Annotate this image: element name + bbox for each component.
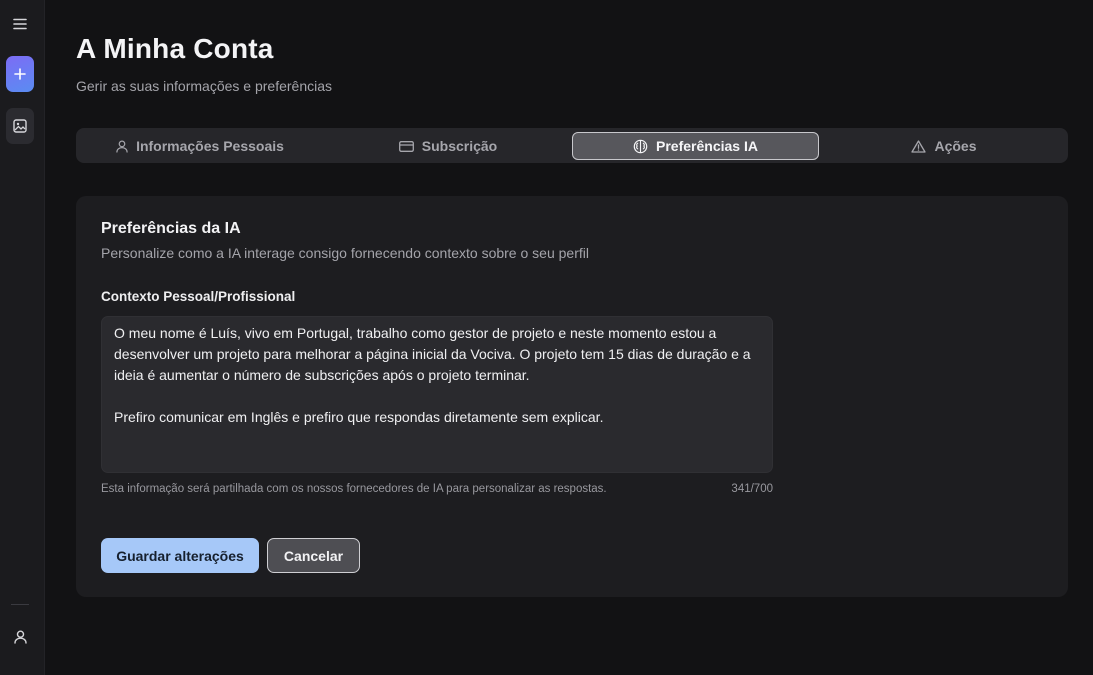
- cancel-button[interactable]: Cancelar: [267, 538, 360, 573]
- plus-icon: [14, 68, 26, 80]
- account-tabs: Informações Pessoais Subscrição Preferên…: [76, 128, 1068, 163]
- tab-ai-preferences[interactable]: Preferências IA: [572, 132, 819, 160]
- tab-label: Informações Pessoais: [136, 138, 284, 154]
- page-subtitle: Gerir as suas informações e preferências: [76, 78, 332, 94]
- context-field-label: Contexto Pessoal/Profissional: [101, 289, 296, 304]
- save-button[interactable]: Guardar alterações: [101, 538, 259, 573]
- page-title: A Minha Conta: [76, 33, 274, 64]
- image-icon: [13, 119, 27, 133]
- account-button[interactable]: [6, 619, 34, 655]
- hamburger-menu-icon[interactable]: [6, 6, 34, 42]
- tab-label: Preferências IA: [656, 138, 758, 154]
- brain-icon: [633, 139, 648, 153]
- sidebar: [0, 0, 45, 675]
- card-description: Personalize como a IA interage consigo f…: [101, 245, 589, 261]
- credit-card-icon: [398, 140, 414, 152]
- context-textarea[interactable]: O meu nome é Luís, vivo em Portugal, tra…: [101, 316, 773, 473]
- tab-label: Subscrição: [421, 138, 498, 154]
- character-counter: 341/700: [731, 483, 773, 495]
- user-icon: [116, 140, 128, 153]
- tab-label: Ações: [934, 138, 977, 154]
- tab-actions[interactable]: Ações: [820, 132, 1068, 160]
- card-title: Preferências da IA: [101, 220, 241, 237]
- tab-subscription[interactable]: Subscrição: [324, 132, 572, 160]
- gallery-button[interactable]: [6, 108, 34, 144]
- new-chat-button[interactable]: [6, 56, 34, 92]
- tab-personal-info[interactable]: Informações Pessoais: [76, 132, 324, 160]
- user-icon: [13, 630, 27, 644]
- sidebar-divider: [11, 604, 29, 605]
- privacy-help-text: Esta informação será partilhada com os n…: [101, 483, 607, 495]
- ai-preferences-card: Preferências da IA Personalize como a IA…: [76, 196, 1068, 597]
- app-root: A Minha Conta Gerir as suas informações …: [0, 0, 1093, 675]
- warning-triangle-icon: [911, 139, 927, 153]
